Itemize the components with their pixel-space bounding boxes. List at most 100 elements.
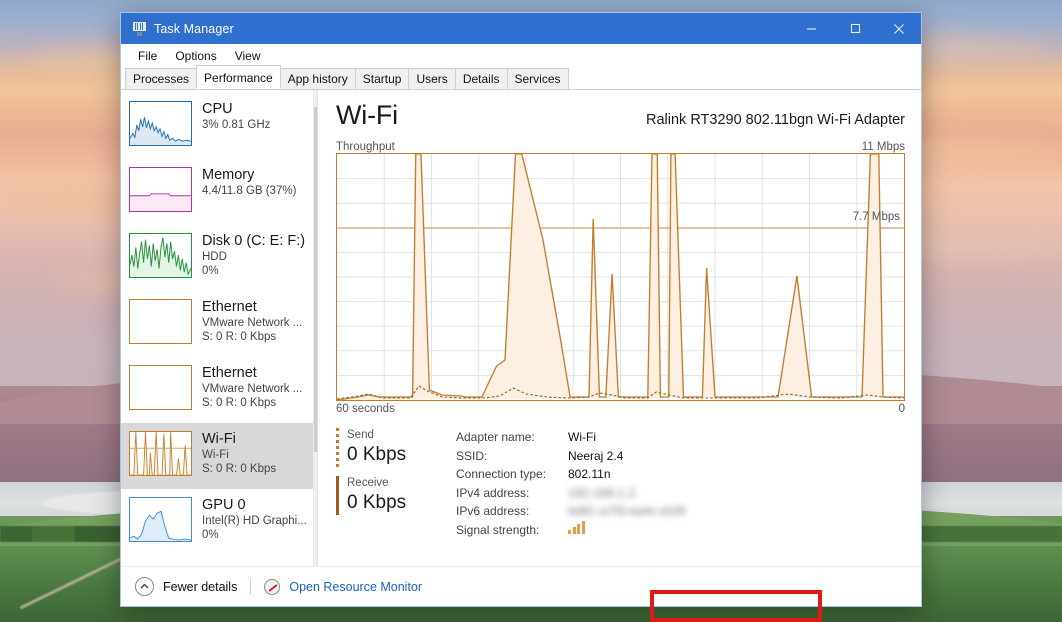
title-bar[interactable]: Task Manager bbox=[121, 13, 921, 44]
menu-item-view[interactable]: View bbox=[226, 47, 270, 65]
sidebar-disk-sub1: HDD bbox=[202, 251, 227, 263]
info-row: SSID: Neeraj 2.4 bbox=[456, 447, 685, 466]
task-manager-icon bbox=[130, 21, 147, 36]
sidebar-wifi-sub2: S: 0 R: 0 Kbps bbox=[202, 463, 277, 475]
page-title: Wi-Fi bbox=[336, 100, 398, 130]
chart-x-left-label: 60 seconds bbox=[336, 403, 395, 415]
info-key-signal-strength: Signal strength: bbox=[456, 522, 540, 537]
tab-services[interactable]: Services bbox=[506, 68, 569, 89]
info-key-ipv4: IPv4 address: bbox=[456, 485, 530, 500]
tab-startup[interactable]: Startup bbox=[354, 68, 410, 89]
info-key-adapter-name: Adapter name: bbox=[456, 430, 535, 444]
info-row: IPv6 address: fe80::a7f3:ea4c:d1f9 bbox=[456, 502, 685, 521]
resource-monitor-icon[interactable] bbox=[264, 578, 281, 595]
minimize-button[interactable] bbox=[789, 13, 833, 44]
chart-peak-label: 7.7 Mbps bbox=[852, 211, 900, 223]
window-controls bbox=[789, 13, 921, 44]
chevron-up-icon[interactable] bbox=[135, 577, 154, 596]
fewer-details-button[interactable]: Fewer details bbox=[163, 580, 237, 594]
sidebar-item-wifi[interactable]: Wi-Fi Wi-Fi S: 0 R: 0 Kbps bbox=[121, 423, 313, 489]
resource-sidebar: CPU 3% 0.81 GHz Memory 4.4/11.8 GB (37%) bbox=[121, 90, 318, 566]
adapter-name-heading: Ralink RT3290 802.11bgn Wi-Fi Adapter bbox=[646, 112, 905, 128]
info-row-signal-strength: Signal strength: bbox=[456, 520, 685, 540]
info-value-ipv4: 192.168.1.2 bbox=[568, 485, 636, 500]
sidebar-cpu-title: CPU bbox=[202, 101, 233, 117]
sidebar-wifi-sub1: Wi-Fi bbox=[202, 449, 229, 461]
sidebar-eth1-title: Ethernet bbox=[202, 299, 257, 315]
send-stat: Send 0 Kbps bbox=[336, 428, 448, 467]
sidebar-item-gpu0[interactable]: GPU 0 Intel(R) HD Graphi... 0% bbox=[121, 489, 313, 555]
sidebar-memory-title: Memory bbox=[202, 167, 255, 183]
sidebar-eth1-sub2: S: 0 R: 0 Kbps bbox=[202, 331, 277, 343]
sidebar-item-memory[interactable]: Memory 4.4/11.8 GB (37%) bbox=[121, 159, 313, 225]
receive-value: 0 Kbps bbox=[347, 492, 407, 513]
info-key-ipv6: IPv6 address: bbox=[456, 504, 530, 518]
info-key-ssid: SSID: bbox=[456, 448, 488, 463]
sidebar-disk-title: Disk 0 (C: E: F:) bbox=[202, 233, 306, 249]
chart-footer: 60 seconds 0 bbox=[336, 403, 905, 415]
tab-details[interactable]: Details bbox=[454, 68, 508, 89]
throughput-chart-svg bbox=[337, 154, 904, 400]
tab-users[interactable]: Users bbox=[408, 68, 456, 89]
window-body: CPU 3% 0.81 GHz Memory 4.4/11.8 GB (37%) bbox=[121, 90, 921, 622]
resource-list: CPU 3% 0.81 GHz Memory 4.4/11.8 GB (37%) bbox=[121, 90, 313, 566]
sidebar-disk-sub2: 0% bbox=[202, 265, 219, 277]
ethernet-mini-graph bbox=[129, 299, 192, 344]
adapter-info-table: Adapter name: Wi-Fi SSID: Neeraj 2.4 Con… bbox=[456, 428, 685, 539]
ethernet-mini-graph bbox=[129, 365, 192, 410]
sidebar-eth2-sub1: VMware Network ... bbox=[202, 383, 303, 395]
maximize-button[interactable] bbox=[833, 13, 877, 44]
info-value-adapter-name: Wi-Fi bbox=[568, 430, 596, 444]
info-value-ipv6: fe80::a7f3:ea4c:d1f9 bbox=[568, 504, 686, 518]
sidebar-memory-sub: 4.4/11.8 GB (37%) bbox=[202, 185, 297, 197]
chart-x-right-label: 0 bbox=[898, 403, 905, 415]
chart-caption: Throughput 11 Mbps bbox=[336, 141, 905, 153]
sidebar-item-cpu[interactable]: CPU 3% 0.81 GHz bbox=[121, 93, 313, 159]
info-value-connection-type: 802.11n bbox=[568, 467, 611, 481]
sidebar-eth2-title: Ethernet bbox=[202, 365, 257, 381]
info-row: Connection type: 802.11n bbox=[456, 465, 685, 484]
stats-area: Send 0 Kbps Receive 0 Kbps Adapter name:… bbox=[336, 428, 905, 539]
window-title: Task Manager bbox=[154, 21, 234, 36]
info-row: Adapter name: Wi-Fi bbox=[456, 428, 685, 447]
sidebar-cpu-sub: 3% 0.81 GHz bbox=[202, 119, 271, 131]
sidebar-gpu-sub1: Intel(R) HD Graphi... bbox=[202, 515, 307, 527]
tab-app-history[interactable]: App history bbox=[279, 68, 356, 89]
tab-strip: Processes Performance App history Startu… bbox=[121, 65, 921, 90]
sidebar-gpu-sub2: 0% bbox=[202, 529, 219, 541]
throughput-chart: 7.7 Mbps bbox=[336, 153, 905, 401]
sidebar-item-ethernet-2[interactable]: Ethernet VMware Network ... S: 0 R: 0 Kb… bbox=[121, 357, 313, 423]
sidebar-item-ethernet-1[interactable]: Ethernet VMware Network ... S: 0 R: 0 Kb… bbox=[121, 291, 313, 357]
wifi-mini-graph bbox=[129, 431, 192, 476]
send-receive-column: Send 0 Kbps Receive 0 Kbps bbox=[336, 428, 448, 539]
receive-label: Receive bbox=[347, 477, 389, 489]
menu-item-file[interactable]: File bbox=[129, 47, 166, 65]
sidebar-eth2-sub2: S: 0 R: 0 Kbps bbox=[202, 397, 277, 409]
footer-divider bbox=[250, 578, 252, 595]
open-resource-monitor-link[interactable]: Open Resource Monitor bbox=[289, 580, 422, 594]
task-manager-window: Task Manager File Options View Processes… bbox=[120, 12, 922, 622]
cpu-mini-graph bbox=[129, 101, 192, 146]
sidebar-eth1-sub1: VMware Network ... bbox=[202, 317, 303, 329]
chart-y-max-label: 11 Mbps bbox=[861, 141, 905, 153]
tab-processes[interactable]: Processes bbox=[125, 68, 198, 89]
panel-header: Wi-Fi Ralink RT3290 802.11bgn Wi-Fi Adap… bbox=[336, 100, 905, 131]
close-button[interactable] bbox=[877, 13, 921, 44]
info-value-ssid: Neeraj 2.4 bbox=[568, 448, 624, 463]
sidebar-wifi-title: Wi-Fi bbox=[202, 431, 236, 447]
chart-label-throughput: Throughput bbox=[336, 141, 395, 153]
send-legend-marker bbox=[336, 428, 339, 467]
disk-mini-graph bbox=[129, 233, 192, 278]
window-footer: Fewer details Open Resource Monitor bbox=[121, 566, 921, 606]
gpu-mini-graph bbox=[129, 497, 192, 542]
sidebar-item-disk0[interactable]: Disk 0 (C: E: F:) HDD 0% bbox=[121, 225, 313, 291]
info-row: IPv4 address: 192.168.1.2 bbox=[456, 484, 685, 503]
signal-strength-icon bbox=[568, 520, 585, 534]
send-value: 0 Kbps bbox=[347, 444, 407, 465]
receive-stat: Receive 0 Kbps bbox=[336, 476, 448, 515]
performance-detail-panel: Wi-Fi Ralink RT3290 802.11bgn Wi-Fi Adap… bbox=[318, 90, 921, 622]
menu-item-options[interactable]: Options bbox=[166, 47, 225, 65]
tab-performance[interactable]: Performance bbox=[196, 65, 281, 89]
info-key-connection-type: Connection type: bbox=[456, 467, 547, 481]
sidebar-gpu-title: GPU 0 bbox=[202, 497, 246, 513]
